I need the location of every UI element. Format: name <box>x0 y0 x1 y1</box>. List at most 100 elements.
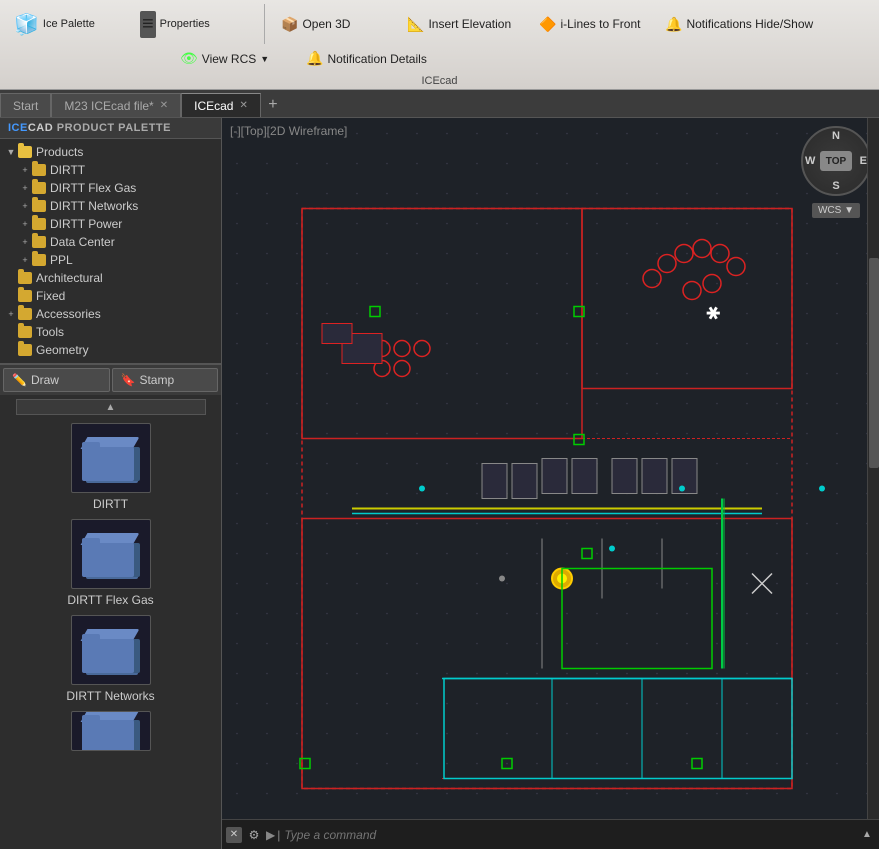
palette-header: ICECAD PRODUCT PALETTE <box>0 118 221 139</box>
viewport[interactable]: [-][Top][2D Wireframe] <box>222 118 879 849</box>
tree-item-dirtt-flex-gas[interactable]: + DIRTT Flex Gas <box>0 179 221 197</box>
insert-elevation-icon: 📐 <box>407 16 424 33</box>
accessories-expander[interactable]: + <box>4 307 18 321</box>
palette-ice: ICE <box>8 122 28 134</box>
tab-start-label: Start <box>13 99 38 113</box>
tree-item-dirtt[interactable]: + DIRTT <box>0 161 221 179</box>
data-center-folder-icon <box>32 236 46 248</box>
ice-palette-icon: 🧊 <box>14 12 39 37</box>
compass-s-label: S <box>832 180 839 192</box>
viewport-label: [-][Top][2D Wireframe] <box>230 124 347 138</box>
tab-m23-close[interactable]: ✕ <box>160 100 168 111</box>
dirtt-flex-gas-expander[interactable]: + <box>18 181 32 195</box>
tab-icecad-close[interactable]: ✕ <box>239 100 247 111</box>
geometry-label: Geometry <box>36 343 89 357</box>
draw-label: Draw <box>31 373 59 387</box>
compass-w-label: W <box>805 155 815 167</box>
dirtt-flex-gas-label: DIRTT Flex Gas <box>50 181 136 195</box>
palette-cad: CAD <box>28 122 57 134</box>
dirtt-power-folder-icon <box>32 218 46 230</box>
wcs-label: WCS ▼ <box>818 205 854 216</box>
dirtt-power-label: DIRTT Power <box>50 217 122 231</box>
data-center-label: Data Center <box>50 235 115 249</box>
wcs-btn[interactable]: WCS ▼ <box>812 203 860 218</box>
compass-n-label: N <box>832 130 840 142</box>
properties-icon: ≡ <box>140 11 156 38</box>
toolbar: 🧊 Ice Palette ≡ Properties 📦 Open 3D 📐 I… <box>0 0 879 90</box>
scroll-up-btn[interactable]: ▲ <box>16 399 206 415</box>
tree-item-ppl[interactable]: + PPL <box>0 251 221 269</box>
tools-folder-icon <box>18 326 32 338</box>
properties-label: Properties <box>160 18 210 30</box>
notif-hide-show-btn[interactable]: 🔔 Notifications Hide/Show <box>659 14 819 35</box>
cmd-prompt: ▶ | <box>266 828 280 842</box>
viewport-scrollbar[interactable] <box>867 118 879 819</box>
dirtt-networks-expander[interactable]: + <box>18 199 32 213</box>
dirtt-thumb-label: DIRTT <box>93 497 128 511</box>
tools-label: Tools <box>36 325 64 339</box>
cmd-settings-btn[interactable]: ⚙ <box>246 827 262 843</box>
command-line: ✕ ⚙ ▶ | ▲ <box>222 819 879 849</box>
insert-elevation-label: Insert Elevation <box>428 17 511 31</box>
products-expander[interactable]: ▼ <box>4 145 18 159</box>
dirtt-power-thumbnail[interactable] <box>16 711 206 751</box>
notif-details-icon: 🔔 <box>306 50 323 67</box>
view-rcs-icon: 👁 <box>180 50 198 67</box>
dirtt-networks-thumbnail[interactable]: DIRTT Networks <box>16 615 206 703</box>
dirtt-flex-gas-thumb-icon <box>71 519 151 589</box>
ilines-label: i-Lines to Front <box>560 17 640 31</box>
products-folder-icon <box>18 146 32 158</box>
notification-icon: 🔔 <box>665 16 682 33</box>
geometry-folder-icon <box>18 344 32 356</box>
stamp-btn[interactable]: 🔖 Stamp <box>112 368 219 392</box>
command-input[interactable] <box>284 828 855 842</box>
tab-icecad-label: ICEcad <box>194 99 233 113</box>
architectural-folder-icon <box>18 272 32 284</box>
ppl-expander[interactable]: + <box>18 253 32 267</box>
tab-m23[interactable]: M23 ICEcad file* ✕ <box>51 93 181 117</box>
insert-elevation-btn[interactable]: 📐 Insert Elevation <box>401 14 521 35</box>
products-label: Products <box>36 145 83 159</box>
tree-item-accessories[interactable]: + Accessories <box>0 305 221 323</box>
tree-item-geometry[interactable]: - Geometry <box>0 341 221 359</box>
ilines-icon: 🔶 <box>539 16 556 33</box>
stamp-icon: 🔖 <box>121 373 136 387</box>
cmd-close-btn[interactable]: ✕ <box>226 827 242 843</box>
dirtt-thumb-icon <box>71 423 151 493</box>
dirtt-flex-gas-folder-icon <box>32 182 46 194</box>
fixed-label: Fixed <box>36 289 65 303</box>
view-rcs-btn[interactable]: 👁 View RCS ▼ <box>174 48 294 69</box>
tree-item-products[interactable]: ▼ Products <box>0 143 221 161</box>
tree-item-data-center[interactable]: + Data Center <box>0 233 221 251</box>
tree-item-dirtt-networks[interactable]: + DIRTT Networks <box>0 197 221 215</box>
data-center-expander[interactable]: + <box>18 235 32 249</box>
dirtt-label: DIRTT <box>50 163 85 177</box>
tab-icecad[interactable]: ICEcad ✕ <box>181 93 261 117</box>
tree-item-tools[interactable]: - Tools <box>0 323 221 341</box>
open-3d-icon: 📦 <box>281 16 298 33</box>
draw-btn[interactable]: ✏️ Draw <box>3 368 110 392</box>
tab-start[interactable]: Start <box>0 93 51 117</box>
ice-palette-btn[interactable]: 🧊 Ice Palette <box>8 10 128 39</box>
fixed-folder-icon <box>18 290 32 302</box>
cmd-scroll-btn[interactable]: ▲ <box>859 827 875 843</box>
open-3d-btn[interactable]: 📦 Open 3D <box>275 14 395 35</box>
dirtt-power-expander[interactable]: + <box>18 217 32 231</box>
tab-m23-label: M23 ICEcad file* <box>64 99 153 113</box>
ppl-folder-icon <box>32 254 46 266</box>
ice-palette-label: Ice Palette <box>43 18 95 30</box>
dirtt-expander[interactable]: + <box>18 163 32 177</box>
tree-item-dirtt-power[interactable]: + DIRTT Power <box>0 215 221 233</box>
palette-title-rest: PRODUCT PALETTE <box>57 122 171 134</box>
tab-add-btn[interactable]: + <box>261 93 285 117</box>
compass: N S E W TOP WCS ▼ <box>801 126 871 196</box>
compass-top-btn[interactable]: TOP <box>820 151 852 171</box>
notif-details-btn[interactable]: 🔔 Notification Details <box>300 48 433 69</box>
properties-btn[interactable]: ≡ Properties <box>134 9 254 40</box>
dirtt-flex-gas-thumbnail[interactable]: DIRTT Flex Gas <box>16 519 206 607</box>
tree-item-architectural[interactable]: - Architectural <box>0 269 221 287</box>
dirtt-thumbnail[interactable]: DIRTT <box>16 423 206 511</box>
dirtt-networks-folder-3d <box>82 625 140 675</box>
tree-item-fixed[interactable]: - Fixed <box>0 287 221 305</box>
ilines-btn[interactable]: 🔶 i-Lines to Front <box>533 14 653 35</box>
